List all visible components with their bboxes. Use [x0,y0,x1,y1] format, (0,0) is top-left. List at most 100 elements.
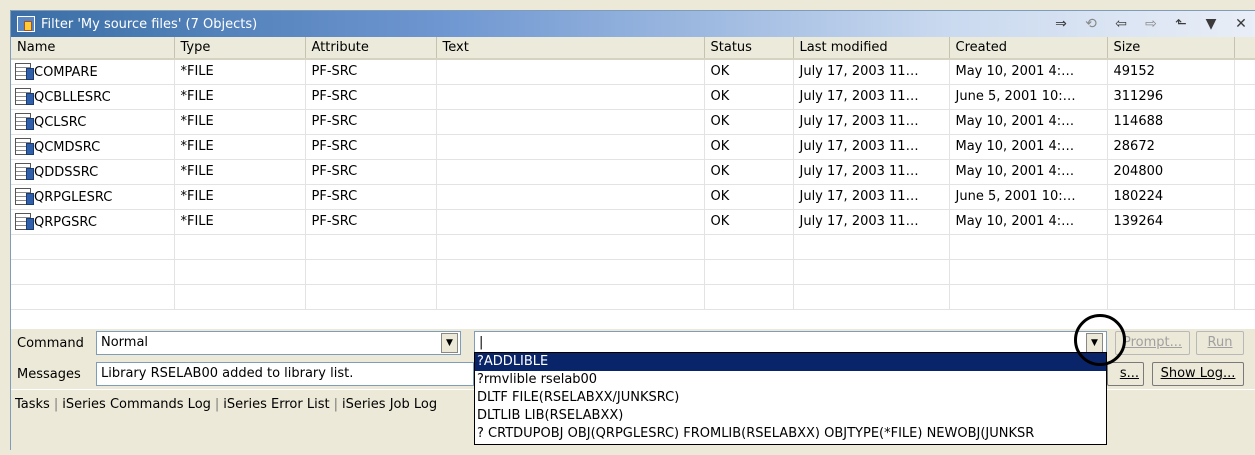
tab-tasks[interactable]: Tasks [11,397,54,412]
remote-systems-view: Filter 'My source files' (7 Objects) ⇒ ⟲… [10,10,1255,450]
table-row[interactable]: QCLSRC *FILE PF-SRC OK July 17, 2003 11…… [11,109,1255,135]
mode-dropdown-arrow-icon[interactable]: ▼ [441,333,458,353]
tab-iseries-error-list[interactable]: iSeries Error List [219,397,333,412]
created-cell: May 10, 2001 4:… [949,109,1108,135]
name-cell: QCLSRC [11,109,175,135]
source-file-icon [15,113,34,130]
column-header-status[interactable]: Status [704,37,794,60]
modified-cell: July 17, 2003 11… [793,84,950,110]
table-row[interactable]: QDDSSRC *FILE PF-SRC OK July 17, 2003 11… [11,159,1255,185]
size-cell: 139264 [1107,209,1235,235]
size-cell: 180224 [1107,184,1235,210]
size-cell: 114688 [1107,109,1235,135]
attribute-cell: PF-SRC [305,209,437,235]
tab-iseries-job-log[interactable]: iSeries Job Log [338,397,441,412]
column-header-attribute[interactable]: Attribute [305,37,437,60]
table-row[interactable]: QCBLLESRC *FILE PF-SRC OK July 17, 2003 … [11,84,1255,110]
column-header-type[interactable]: Type [174,37,306,60]
history-item[interactable]: ?rmvlible rselab00 [475,371,1106,389]
forward-arrow-icon[interactable]: ⇨ [1142,16,1160,32]
name-cell: QRPGSRC [11,209,175,235]
attribute-cell: PF-SRC [305,184,437,210]
table-row[interactable]: QRPGSRC *FILE PF-SRC OK July 17, 2003 11… [11,209,1255,235]
created-cell: May 10, 2001 4:… [949,159,1108,185]
created-cell: May 10, 2001 4:… [949,134,1108,160]
type-cell: *FILE [174,84,306,110]
size-cell: 204800 [1107,159,1235,185]
attribute-cell: PF-SRC [305,134,437,160]
status-cell: OK [704,109,794,135]
name-cell: QRPGLESRC [11,184,175,210]
objects-table: Name Type Attribute Text Status Last mod… [11,37,1255,329]
filter-icon [17,16,35,32]
attribute-cell: PF-SRC [305,84,437,110]
column-header-name[interactable]: Name [11,37,175,60]
column-header-filler [1234,37,1255,60]
prompt-button[interactable]: Prompt... [1115,331,1190,355]
view-toolbar: ⇒ ⟲ ⇦ ⇨ ⬑ ▼ ✕ [1052,11,1250,37]
created-cell: June 5, 2001 10:… [949,84,1108,110]
modified-cell: July 17, 2003 11… [793,159,950,185]
created-cell: June 5, 2001 10:… [949,184,1108,210]
size-cell: 311296 [1107,84,1235,110]
type-cell: *FILE [174,159,306,185]
message-details-button[interactable]: s... [1107,362,1144,386]
text-cell [436,109,705,135]
attribute-cell: PF-SRC [305,59,437,85]
messages-label: Messages [17,367,81,382]
menu-dropdown-icon[interactable]: ▼ [1202,16,1220,32]
column-header-created[interactable]: Created [949,37,1108,60]
source-file-icon [15,188,34,205]
empty-row [11,284,1255,310]
run-button[interactable]: Run [1196,331,1244,355]
source-file-icon [15,138,34,155]
name-cell: QCMDSRC [11,134,175,160]
created-cell: May 10, 2001 4:… [949,59,1108,85]
created-cell: May 10, 2001 4:… [949,209,1108,235]
size-cell: 28672 [1107,134,1235,160]
column-header-last-modified[interactable]: Last modified [793,37,950,60]
type-cell: *FILE [174,59,306,85]
command-label: Command [17,336,84,351]
status-cell: OK [704,184,794,210]
attribute-cell: PF-SRC [305,159,437,185]
type-cell: *FILE [174,109,306,135]
text-cell [436,209,705,235]
text-cell [436,159,705,185]
text-cell [436,134,705,160]
column-header-size[interactable]: Size [1107,37,1235,60]
tab-iseries-commands-log[interactable]: iSeries Commands Log [58,397,215,412]
modified-cell: July 17, 2003 11… [793,134,950,160]
size-cell: 49152 [1107,59,1235,85]
show-log-button[interactable]: Show Log... [1152,362,1244,386]
table-row[interactable]: QCMDSRC *FILE PF-SRC OK July 17, 2003 11… [11,134,1255,160]
command-mode-select[interactable]: Normal [96,331,461,355]
link-with-editor-icon[interactable]: ⇒ [1052,16,1070,32]
status-cell: OK [704,159,794,185]
messages-field: Library RSELAB00 added to library list. [96,362,474,386]
table-row[interactable]: COMPARE *FILE PF-SRC OK July 17, 2003 11… [11,59,1255,85]
history-item[interactable]: DLTLIB LIB(RSELABXX) [475,407,1106,425]
refresh-icon[interactable]: ⟲ [1082,16,1100,32]
column-header-text[interactable]: Text [436,37,705,60]
text-cell [436,184,705,210]
close-icon[interactable]: ✕ [1232,16,1250,32]
type-cell: *FILE [174,209,306,235]
name-cell: QCBLLESRC [11,84,175,110]
back-arrow-icon[interactable]: ⇦ [1112,16,1130,32]
history-item[interactable]: DLTF FILE(RSELABXX/JUNKSRC) [475,389,1106,407]
empty-row [11,234,1255,260]
name-cell: COMPARE [11,59,175,85]
history-item[interactable]: ?ADDLIBLE [475,353,1106,371]
view-title-bar: Filter 'My source files' (7 Objects) ⇒ ⟲… [11,11,1255,37]
attribute-cell: PF-SRC [305,109,437,135]
source-file-icon [15,88,34,105]
source-file-icon [15,63,34,81]
up-folder-icon[interactable]: ⬑ [1172,16,1190,32]
status-cell: OK [704,209,794,235]
table-row[interactable]: QRPGLESRC *FILE PF-SRC OK July 17, 2003 … [11,184,1255,210]
view-title: Filter 'My source files' (7 Objects) [41,16,258,32]
command-history-list: ?ADDLIBLE ?rmvlible rselab00 DLTF FILE(R… [474,352,1107,445]
modified-cell: July 17, 2003 11… [793,209,950,235]
history-item[interactable]: ? CRTDUPOBJ OBJ(QRPGLESRC) FROMLIB(RSELA… [475,425,1106,443]
